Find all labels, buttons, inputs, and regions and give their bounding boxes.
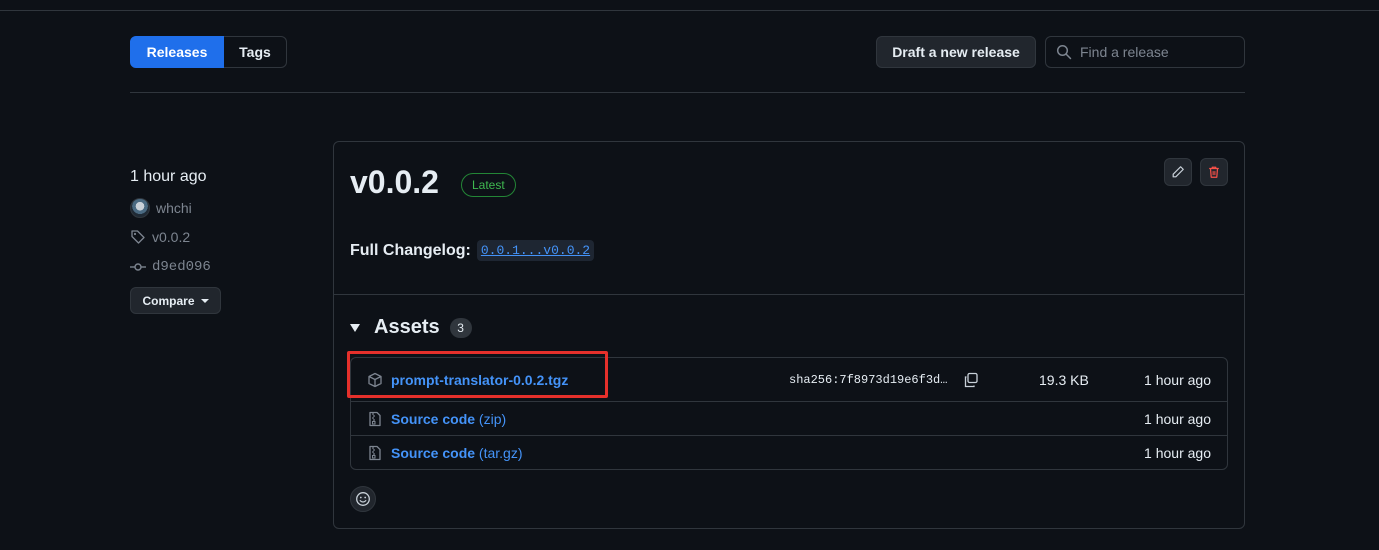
asset-row: prompt-translator-0.0.2.tgz sha256:7f897… (351, 358, 1227, 402)
latest-badge: Latest (461, 173, 516, 197)
triangle-down-icon (350, 323, 360, 332)
archive-format: (tar.gz) (478, 445, 523, 461)
assets-toggle[interactable]: Assets 3 (350, 316, 472, 339)
asset-time: 1 hour ago (1144, 445, 1211, 461)
draft-new-release-button[interactable]: Draft a new release (876, 36, 1036, 68)
compare-button[interactable]: Compare (130, 287, 221, 314)
copy-button[interactable] (961, 370, 981, 390)
commit-hash[interactable]: d9ed096 (152, 259, 211, 275)
changelog: Full Changelog: 0.0.1...v0.0.2 (350, 240, 595, 261)
asset-link[interactable]: Source code (zip) (391, 411, 506, 427)
top-divider (0, 10, 1379, 11)
card-divider (334, 294, 1244, 295)
asset-link[interactable]: prompt-translator-0.0.2.tgz (391, 372, 568, 388)
asset-size: 19.3 KB (1039, 371, 1089, 388)
trash-icon (1209, 166, 1219, 178)
tab-releases[interactable]: Releases (130, 36, 224, 68)
changelog-label: Full Changelog: (350, 241, 471, 259)
tag-name[interactable]: v0.0.2 (152, 229, 190, 245)
tag-icon (131, 230, 145, 244)
release-search[interactable] (1045, 36, 1245, 68)
search-input[interactable] (1080, 44, 1240, 60)
assets-count-badge: 3 (449, 317, 472, 338)
commit-row[interactable]: d9ed096 (130, 259, 211, 275)
asset-row: Source code (tar.gz) 1 hour ago (351, 436, 1227, 470)
tag-row[interactable]: v0.0.2 (130, 229, 190, 245)
package-icon (368, 372, 382, 387)
search-icon (1056, 44, 1072, 60)
asset-link[interactable]: Source code (tar.gz) (391, 445, 523, 461)
chevron-down-icon (200, 298, 209, 303)
delete-button[interactable] (1200, 158, 1228, 186)
tab-tags[interactable]: Tags (224, 36, 287, 68)
copy-icon (964, 372, 978, 387)
file-zip-icon (369, 445, 381, 461)
pencil-icon (1172, 166, 1184, 178)
header-divider (130, 92, 1245, 93)
release-tabs: Releases Tags (130, 36, 287, 68)
edit-button[interactable] (1164, 158, 1192, 186)
avatar[interactable] (130, 198, 150, 218)
add-reaction-button[interactable] (350, 486, 376, 512)
asset-time: 1 hour ago (1144, 410, 1211, 427)
file-zip-icon (369, 411, 381, 426)
commit-icon (130, 263, 146, 271)
archive-format: (zip) (478, 410, 507, 427)
asset-time: 1 hour ago (1144, 371, 1211, 388)
author-row[interactable]: whchi (130, 198, 192, 218)
release-title[interactable]: v0.0.2 (350, 164, 439, 201)
release-card: v0.0.2 Latest Full Changelog: 0.0.1...v0… (333, 141, 1245, 529)
assets-title: Assets (374, 316, 440, 338)
source-code-label: Source code (391, 410, 476, 427)
asset-row: Source code (zip) 1 hour ago (351, 402, 1227, 436)
release-time: 1 hour ago (130, 168, 207, 185)
compare-label: Compare (142, 293, 195, 308)
source-code-label: Source code (391, 445, 476, 461)
asset-sha: sha256:7f8973d19e6f3d… (789, 372, 948, 387)
smiley-icon (356, 492, 370, 506)
asset-list: prompt-translator-0.0.2.tgz sha256:7f897… (350, 357, 1228, 470)
changelog-link[interactable]: 0.0.1...v0.0.2 (476, 240, 595, 261)
author-name[interactable]: whchi (156, 200, 192, 216)
